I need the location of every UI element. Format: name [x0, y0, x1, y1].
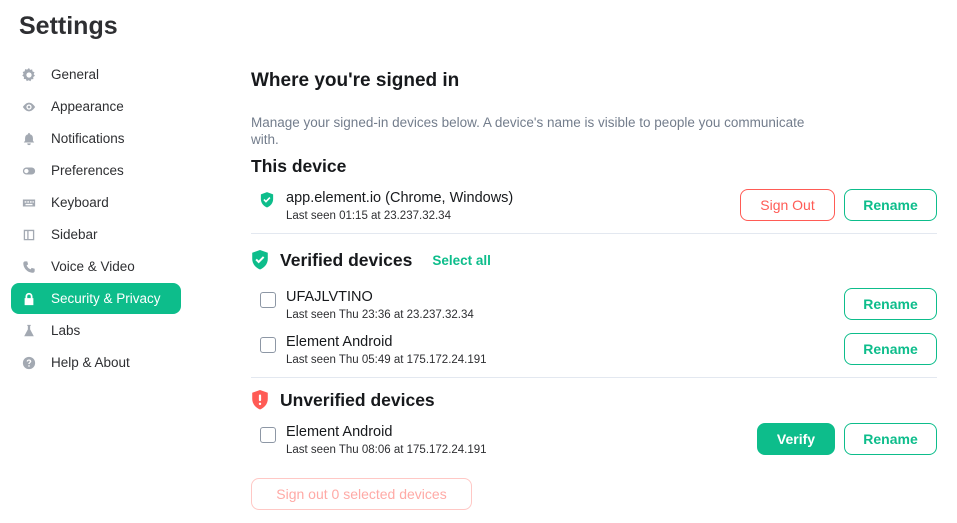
- sidebar-item-help-about[interactable]: Help & About: [11, 347, 181, 378]
- this-device-heading: This device: [251, 156, 347, 176]
- sidebar-item-label: Security & Privacy: [51, 291, 161, 306]
- sidebar-item-label: Notifications: [51, 131, 125, 146]
- gear-icon: [21, 67, 37, 83]
- sidebar-item-general[interactable]: General: [11, 59, 181, 90]
- verified-devices-heading: Verified devices Select all: [251, 249, 491, 271]
- sidebar-item-security-privacy[interactable]: Security & Privacy: [11, 283, 181, 314]
- verify-button[interactable]: Verify: [757, 423, 835, 455]
- device-last-seen: Last seen Thu 05:49 at 175.172.24.191: [286, 354, 487, 366]
- page-title: Settings: [19, 12, 118, 40]
- sidebar-item-voice-video[interactable]: Voice & Video: [11, 251, 181, 282]
- sidebar-item-label: General: [51, 67, 100, 82]
- rename-button[interactable]: Rename: [844, 333, 937, 365]
- rename-button[interactable]: Rename: [844, 189, 937, 221]
- bell-icon: [21, 131, 37, 147]
- select-all-button[interactable]: Select all: [432, 253, 491, 268]
- sidebar-item-label: Voice & Video: [51, 259, 135, 274]
- verified-shield-icon: [260, 192, 276, 210]
- sidebar-item-labs[interactable]: Labs: [11, 315, 181, 346]
- lock-icon: [21, 291, 37, 307]
- verified-shield-icon: [251, 249, 271, 271]
- device-last-seen: Last seen Thu 23:36 at 23.237.32.34: [286, 309, 474, 321]
- sidebar-item-label: Help & About: [51, 355, 130, 370]
- this-device-row: app.element.io (Chrome, Windows) Last se…: [251, 189, 937, 229]
- sign-out-selected-button[interactable]: Sign out 0 selected devices: [251, 478, 472, 510]
- sign-out-button[interactable]: Sign Out: [740, 189, 835, 221]
- sidebar: General Appearance Notifications Prefere…: [11, 59, 181, 379]
- device-checkbox[interactable]: [260, 427, 276, 443]
- device-name: Element Android: [286, 334, 393, 350]
- sidebar-item-preferences[interactable]: Preferences: [11, 155, 181, 186]
- divider: [251, 233, 937, 234]
- sidebar-item-notifications[interactable]: Notifications: [11, 123, 181, 154]
- sidebar-item-label: Preferences: [51, 163, 124, 178]
- verified-devices-label: Verified devices: [280, 249, 413, 270]
- sidebar-item-label: Labs: [51, 323, 81, 338]
- section-description: Manage your signed-in devices below. A d…: [251, 115, 805, 147]
- help-icon: [21, 355, 37, 371]
- device-name: app.element.io (Chrome, Windows): [286, 190, 514, 206]
- device-checkbox[interactable]: [260, 292, 276, 308]
- device-checkbox[interactable]: [260, 337, 276, 353]
- section-heading: Where you're signed in: [251, 70, 460, 91]
- device-name: UFAJLVTINO: [286, 289, 373, 305]
- settings-dialog: Settings General Appearance Notification…: [0, 0, 957, 523]
- device-row: Element Android Last seen Thu 08:06 at 1…: [251, 423, 937, 463]
- flask-icon: [21, 323, 37, 339]
- sidebar-item-label: Sidebar: [51, 227, 98, 242]
- device-row: UFAJLVTINO Last seen Thu 23:36 at 23.237…: [251, 288, 937, 328]
- unverified-devices-heading: Unverified devices: [251, 389, 435, 411]
- toggle-icon: [21, 163, 37, 179]
- device-name: Element Android: [286, 424, 393, 440]
- rename-button[interactable]: Rename: [844, 423, 937, 455]
- phone-icon: [21, 259, 37, 275]
- eye-icon: [21, 99, 37, 115]
- sidebar-item-label: Appearance: [51, 99, 124, 114]
- keyboard-icon: [21, 195, 37, 211]
- unverified-devices-label: Unverified devices: [280, 389, 435, 410]
- rename-button[interactable]: Rename: [844, 288, 937, 320]
- sidebar-item-label: Keyboard: [51, 195, 109, 210]
- device-row: Element Android Last seen Thu 05:49 at 1…: [251, 333, 937, 373]
- warning-shield-icon: [251, 389, 271, 411]
- sidebar-icon: [21, 227, 37, 243]
- divider: [251, 377, 937, 378]
- device-last-seen: Last seen Thu 08:06 at 175.172.24.191: [286, 444, 487, 456]
- sidebar-item-appearance[interactable]: Appearance: [11, 91, 181, 122]
- sidebar-item-keyboard[interactable]: Keyboard: [11, 187, 181, 218]
- device-last-seen: Last seen 01:15 at 23.237.32.34: [286, 210, 451, 222]
- sidebar-item-sidebar[interactable]: Sidebar: [11, 219, 181, 250]
